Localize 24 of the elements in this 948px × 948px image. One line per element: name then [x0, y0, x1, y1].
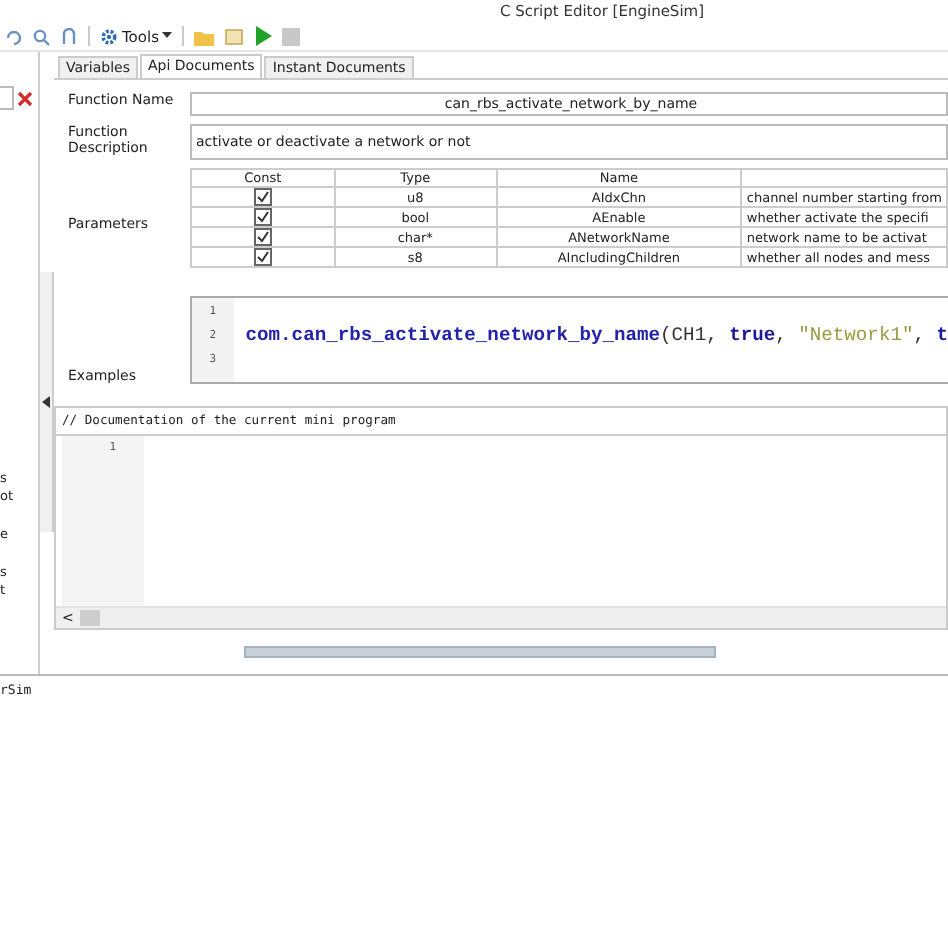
- checkbox[interactable]: [253, 209, 272, 225]
- checkbox[interactable]: [253, 249, 272, 265]
- code-token: t: [936, 324, 948, 346]
- search-icon[interactable]: [32, 27, 50, 45]
- folder-icon[interactable]: [194, 27, 215, 45]
- input-field[interactable]: [0, 86, 14, 110]
- splitter-handle[interactable]: [244, 646, 716, 658]
- code-token: true: [729, 324, 776, 346]
- close-icon[interactable]: [16, 89, 34, 107]
- code-token: com.can_rbs_activate_network_by_name: [245, 324, 661, 346]
- document-icon[interactable]: [224, 27, 245, 45]
- caret-icon: [162, 32, 173, 40]
- scroll-thumb[interactable]: [79, 610, 100, 626]
- undo-icon[interactable]: [4, 27, 22, 45]
- gear-icon: [100, 27, 118, 45]
- code-token: ,: [775, 324, 789, 346]
- checkbox[interactable]: [253, 189, 272, 205]
- stop-icon[interactable]: [282, 27, 301, 45]
- code-token: "Network1": [798, 324, 914, 346]
- checkbox[interactable]: [253, 229, 272, 245]
- play-icon[interactable]: [254, 26, 273, 46]
- code-token: (CH1,: [660, 324, 720, 346]
- collapse-icon[interactable]: [42, 396, 50, 408]
- code-token: ,: [913, 324, 927, 346]
